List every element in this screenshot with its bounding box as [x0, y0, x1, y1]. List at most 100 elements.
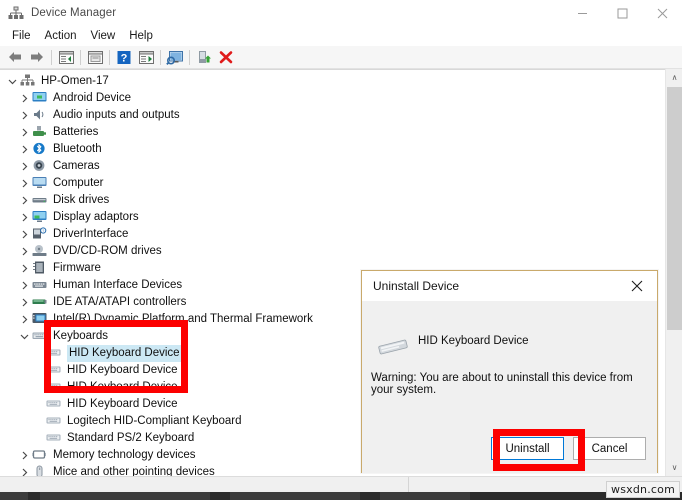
dialog-title-bar: Uninstall Device — [362, 271, 657, 301]
back-arrow-icon[interactable] — [4, 47, 26, 68]
computer-icon — [32, 176, 49, 192]
tree-node-label: Disk drives — [53, 194, 110, 206]
tree-node-label: Bluetooth — [53, 143, 102, 155]
tree-node-driver-interface[interactable]: ? DriverInterface — [0, 226, 660, 243]
svg-text:?: ? — [121, 52, 128, 64]
keyboard-icon — [46, 397, 63, 413]
tree-node-audio[interactable]: Audio inputs and outputs — [0, 107, 660, 124]
scrollbar-thumb[interactable] — [667, 87, 682, 330]
maximize-button[interactable] — [602, 0, 642, 26]
dialog-title: Uninstall Device — [373, 279, 460, 293]
chevron-right-icon[interactable] — [17, 294, 32, 311]
tree-node-dvd-drives[interactable]: DVD/CD-ROM drives — [0, 243, 660, 260]
chevron-right-icon[interactable] — [17, 260, 32, 277]
chevron-right-icon[interactable] — [17, 226, 32, 243]
tree-node-bluetooth[interactable]: Bluetooth — [0, 141, 660, 158]
menu-action[interactable]: Action — [38, 28, 84, 44]
tree-node-root[interactable]: HP-Omen-17 — [0, 73, 660, 90]
scroll-up-arrow-icon[interactable]: ∧ — [666, 69, 682, 86]
chevron-right-icon[interactable] — [17, 243, 32, 260]
tree-node-label: Human Interface Devices — [53, 279, 183, 291]
tree-node-label: HID Keyboard Device — [67, 381, 178, 393]
scan-hardware-changes-icon[interactable] — [164, 47, 186, 68]
tree-node-label: Audio inputs and outputs — [53, 109, 180, 121]
memory-tech-icon — [32, 448, 49, 464]
tree-node-computer[interactable]: Computer — [0, 175, 660, 192]
taskbar-segment — [230, 492, 360, 500]
tree-node-batteries[interactable]: Batteries — [0, 124, 660, 141]
chevron-right-icon[interactable] — [17, 311, 32, 328]
keyboard-icon — [376, 336, 410, 358]
close-icon[interactable] — [617, 271, 657, 301]
forward-arrow-icon[interactable] — [26, 47, 48, 68]
android-device-icon — [32, 91, 49, 107]
keyboard-category-icon — [32, 329, 49, 345]
watermark: wsxdn.com — [606, 481, 680, 498]
disk-drive-icon — [32, 193, 49, 209]
tree-node-label: Logitech HID-Compliant Keyboard — [67, 415, 242, 427]
tree-node-label: HP-Omen-17 — [41, 75, 109, 87]
properties-icon[interactable] — [84, 47, 106, 68]
device-manager-icon — [8, 5, 24, 21]
chevron-right-icon[interactable] — [17, 447, 32, 464]
dialog-warning-text: Warning: You are about to uninstall this… — [371, 372, 633, 396]
window-title: Device Manager — [31, 7, 117, 19]
tree-node-label: Standard PS/2 Keyboard — [67, 432, 195, 444]
toolbar-separator — [51, 49, 52, 65]
tree-node-label: HID Keyboard Device — [67, 398, 178, 410]
chevron-right-icon[interactable] — [17, 209, 32, 226]
tree-node-label: Batteries — [53, 126, 99, 138]
status-bar — [0, 476, 682, 493]
close-button[interactable] — [642, 0, 682, 26]
chevron-right-icon[interactable] — [17, 175, 32, 192]
thermal-framework-icon — [32, 312, 49, 328]
menu-view[interactable]: View — [84, 28, 123, 44]
driver-interface-icon: ? — [32, 226, 49, 243]
uninstall-device-icon[interactable] — [215, 47, 237, 68]
chevron-right-icon[interactable] — [17, 107, 32, 124]
tree-node-display-adaptors[interactable]: Display adaptors — [0, 209, 660, 226]
chevron-right-icon[interactable] — [17, 158, 32, 175]
cancel-button[interactable]: Cancel — [573, 437, 646, 460]
tree-vertical-scrollbar[interactable]: ∧ ∨ — [665, 69, 682, 476]
tree-node-label: Firmware — [53, 262, 101, 274]
show-hide-console-tree-icon[interactable] — [55, 47, 77, 68]
device-manager-window: Device Manager File Action View Help ? H… — [0, 0, 682, 500]
tree-node-label: HID Keyboard Device — [67, 345, 182, 362]
uninstall-device-dialog: Uninstall Device HID Keyboard Device War… — [361, 270, 658, 473]
tree-node-disk-drives[interactable]: Disk drives — [0, 192, 660, 209]
dvd-drive-icon — [32, 244, 49, 260]
tree-node-label: Keyboards — [53, 330, 108, 342]
update-driver-icon[interactable] — [135, 47, 157, 68]
tree-node-label: Computer — [53, 177, 104, 189]
chevron-right-icon[interactable] — [17, 90, 32, 107]
camera-icon — [32, 159, 49, 175]
tree-node-label: IDE ATA/ATAPI controllers — [53, 296, 187, 308]
keyboard-icon — [46, 380, 63, 396]
chevron-right-icon[interactable] — [17, 277, 32, 294]
scroll-down-arrow-icon[interactable]: ∨ — [666, 459, 682, 476]
help-icon[interactable]: ? — [113, 47, 135, 68]
title-bar: Device Manager — [0, 0, 682, 26]
uninstall-button[interactable]: Uninstall — [491, 437, 564, 460]
menu-help[interactable]: Help — [122, 28, 160, 44]
chevron-right-icon[interactable] — [17, 141, 32, 158]
audio-icon — [32, 108, 49, 124]
tree-node-label: DriverInterface — [53, 228, 129, 240]
chevron-down-icon[interactable] — [5, 73, 20, 90]
chevron-down-icon[interactable] — [17, 328, 32, 345]
battery-icon — [32, 125, 49, 141]
menu-file[interactable]: File — [5, 28, 38, 44]
ide-controller-icon — [32, 295, 49, 311]
chevron-right-icon[interactable] — [17, 464, 32, 476]
enable-device-icon[interactable] — [193, 47, 215, 68]
tree-node-label: Memory technology devices — [53, 449, 196, 461]
toolbar-separator — [189, 49, 190, 65]
tree-node-android-device[interactable]: Android Device — [0, 90, 660, 107]
minimize-button[interactable] — [562, 0, 602, 26]
taskbar-segment — [380, 492, 470, 500]
chevron-right-icon[interactable] — [17, 192, 32, 209]
chevron-right-icon[interactable] — [17, 124, 32, 141]
tree-node-label: Cameras — [53, 160, 100, 172]
tree-node-cameras[interactable]: Cameras — [0, 158, 660, 175]
